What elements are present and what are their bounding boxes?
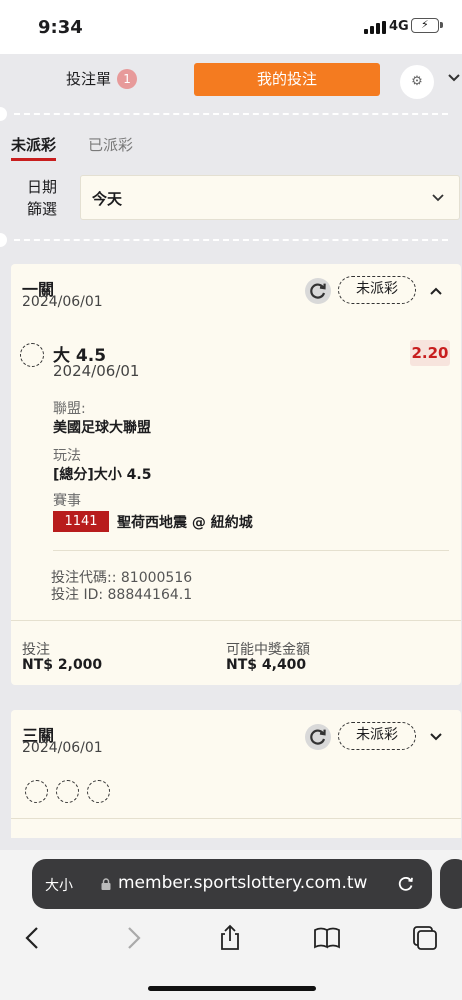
selection-status-icon: [56, 780, 79, 803]
my-bets-button[interactable]: 我的投注: [194, 63, 380, 96]
bet-slip-tab[interactable]: 投注單 1: [66, 68, 138, 89]
bet-date: 2024/06/01: [22, 294, 103, 310]
bet-slip-count-badge: 1: [117, 68, 138, 89]
event-row: 1141 聖荷西地震 @ 紐約城: [53, 511, 253, 532]
refresh-icon[interactable]: [305, 724, 331, 750]
url-text: member.sportslottery.com.tw: [118, 873, 368, 893]
next-tab-preview[interactable]: [440, 859, 462, 909]
selection-status-icon: [87, 780, 110, 803]
network-type: 4G: [389, 19, 409, 34]
tab-unsettled[interactable]: 未派彩: [11, 134, 57, 161]
signal-icon: [364, 21, 386, 34]
divider: [53, 550, 449, 551]
tab-settled[interactable]: 已派彩: [88, 134, 133, 155]
address-bar[interactable]: 大小 member.sportslottery.com.tw: [32, 859, 432, 909]
ticket-notch: [0, 107, 7, 121]
league-label: 聯盟:: [53, 401, 86, 417]
divider-dashed: [14, 113, 448, 115]
divider-dashed: [14, 239, 448, 241]
divider: [11, 620, 461, 621]
status-time: 9:34: [38, 17, 83, 38]
bet-card: 一關 2024/06/01 未派彩 大 4.5 2024/06/01 2.20 …: [11, 264, 461, 685]
lock-icon: [101, 878, 111, 890]
status-badge: 未派彩: [338, 276, 416, 304]
status-bar: 9:34 4G ⚡: [0, 0, 462, 54]
date-filter-value: 今天: [92, 190, 123, 208]
divider: [11, 818, 461, 819]
market-label: 玩法: [53, 448, 81, 464]
bet-date: 2024/06/01: [22, 740, 103, 756]
reload-icon[interactable]: [396, 873, 416, 893]
stake-value: NT$ 2,000: [22, 657, 103, 673]
back-icon[interactable]: [18, 923, 48, 953]
date-filter-select[interactable]: 今天: [80, 175, 460, 220]
share-icon[interactable]: [215, 923, 245, 953]
selection-status-icon: [25, 780, 48, 803]
stake-label: 投注: [22, 642, 50, 658]
gear-icon: ⚙: [411, 74, 423, 89]
bookmarks-icon[interactable]: [312, 923, 342, 953]
forward-icon[interactable]: [118, 923, 148, 953]
battery-icon: ⚡: [411, 18, 443, 33]
date-filter-label: 日期篩選: [26, 178, 57, 218]
payout-value: NT$ 4,400: [226, 657, 307, 673]
chevron-down-icon[interactable]: [429, 730, 443, 744]
chevron-up-icon[interactable]: [429, 284, 443, 298]
chevron-down-icon: [432, 194, 444, 202]
ticket-notch: [0, 233, 7, 247]
selection-status-icon: [20, 343, 44, 367]
selection-date: 2024/06/01: [53, 362, 140, 380]
odds-badge: 2.20: [410, 340, 450, 366]
tabs-icon[interactable]: [410, 923, 440, 953]
bet-panel-header: 投注單 1 我的投注 ⚙: [0, 54, 462, 104]
settings-button[interactable]: ⚙: [400, 65, 434, 99]
payout-label: 可能中獎金額: [226, 642, 310, 658]
bet-id: 投注 ID: 88844164.1: [51, 587, 193, 603]
event-label: 賽事: [53, 493, 81, 509]
event-name: 聖荷西地震 @ 紐約城: [117, 514, 253, 531]
chevron-down-icon[interactable]: [446, 70, 462, 86]
event-code-badge: 1141: [53, 511, 109, 532]
browser-toolbar: 大小 member.sportslottery.com.tw: [0, 850, 462, 1000]
league-value: 美國足球大聯盟: [53, 420, 151, 436]
bet-card: 三關 2024/06/01 未派彩: [11, 710, 461, 838]
text-size-button[interactable]: 大小: [45, 875, 73, 895]
home-indicator: [148, 986, 316, 991]
refresh-icon[interactable]: [305, 278, 331, 304]
market-value: [總分]大小 4.5: [53, 467, 152, 483]
status-badge: 未派彩: [338, 722, 416, 750]
bet-slip-label: 投注單: [66, 70, 112, 88]
